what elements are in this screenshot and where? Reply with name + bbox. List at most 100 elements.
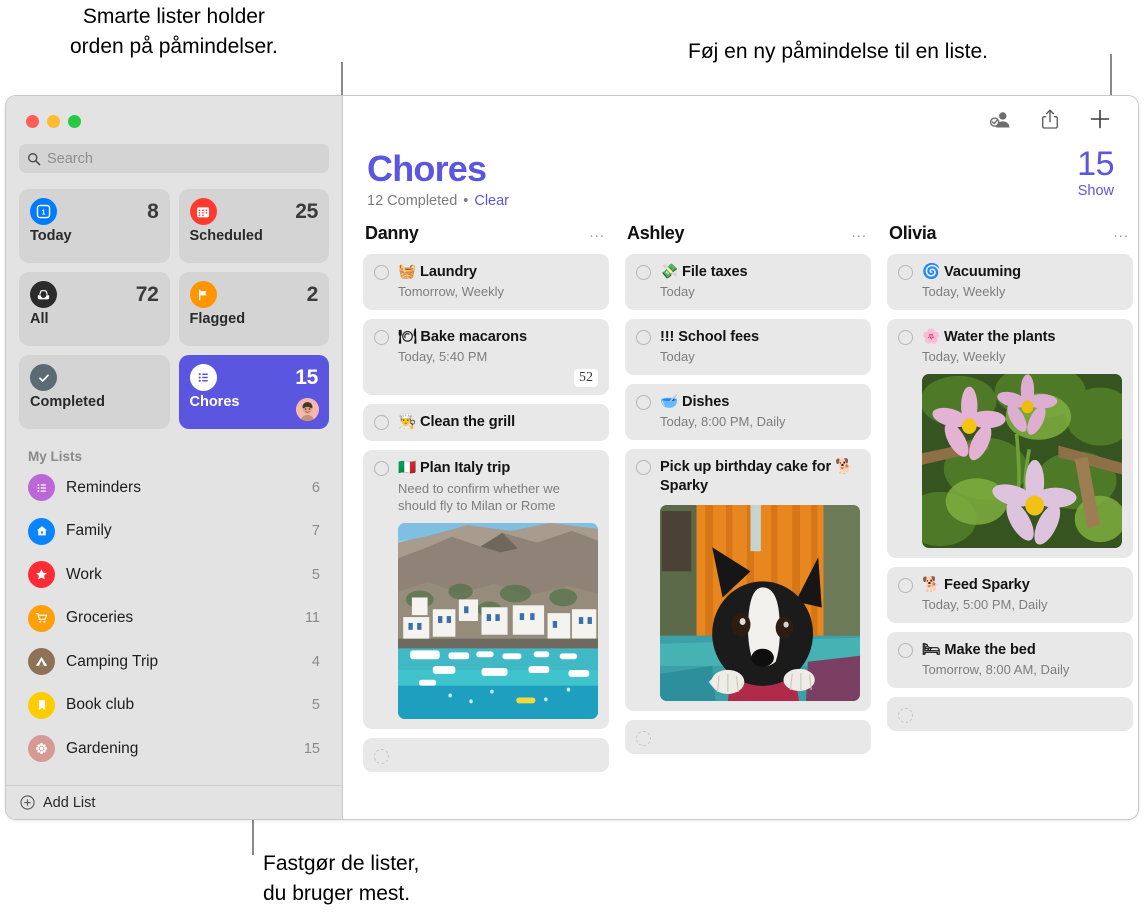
header-block: Chores 12 Completed • Clear 15 Show	[343, 142, 1138, 209]
close-button[interactable]	[26, 115, 39, 128]
callout-add-reminder: Føj en ny påmindelse til en liste.	[688, 37, 988, 67]
window-traffic-lights	[6, 96, 342, 142]
sidebar: 1 8 Today 25 Scheduled	[6, 96, 342, 819]
column-more-button[interactable]: ...	[589, 229, 605, 237]
list-item-count: 15	[304, 741, 320, 757]
list-item-book-club[interactable]: Book club 5	[19, 684, 329, 728]
reminder-card-clean-the-grill[interactable]: 👨‍🍳 Clean the grill	[363, 404, 609, 441]
complete-circle-icon[interactable]	[898, 643, 913, 658]
reminder-card-bake-macarons[interactable]: 🍽 Bake macarons Today, 5:40 PM 52	[363, 319, 609, 395]
search-field[interactable]	[19, 144, 329, 173]
smart-list-flagged-label: Flagged	[190, 311, 319, 327]
reminder-card-school-fees[interactable]: !!! School fees Today	[625, 319, 871, 375]
smart-list-today-count: 8	[147, 200, 158, 224]
complete-circle-icon[interactable]	[636, 460, 651, 475]
star-icon	[28, 561, 55, 588]
list-item-groceries[interactable]: Groceries 11	[19, 597, 329, 641]
new-reminder-placeholder[interactable]	[625, 720, 871, 754]
reminder-card-water-the-plants[interactable]: 🌸 Water the plants Today, Weekly	[887, 319, 1133, 558]
complete-circle-icon[interactable]	[374, 265, 389, 280]
reminder-card-plan-italy-trip[interactable]: 🇮🇹 Plan Italy trip Need to confirm wheth…	[363, 450, 609, 729]
complete-circle-icon[interactable]	[898, 578, 913, 593]
reminder-card-make-the-bed[interactable]: 🛏 Make the bed Tomorrow, 8:00 AM, Daily	[887, 632, 1133, 688]
page-title: Chores	[367, 148, 1138, 190]
maximize-button[interactable]	[68, 115, 81, 128]
list-item-label: Gardening	[66, 740, 293, 758]
smart-list-all-count: 72	[136, 283, 159, 307]
subtitle-separator: •	[463, 193, 468, 209]
columns-container: Danny ... 🧺 Laundry Tomorrow, Weekly	[343, 221, 1138, 819]
add-list-button[interactable]: Add List	[6, 785, 342, 819]
reminder-count: 15	[1077, 146, 1114, 182]
clear-button[interactable]: Clear	[474, 193, 509, 209]
list-bullets-icon	[190, 364, 217, 391]
new-reminder-placeholder[interactable]	[887, 697, 1133, 731]
share-icon[interactable]	[1038, 107, 1062, 131]
toolbar	[343, 96, 1138, 142]
column-header: Ashley ...	[625, 221, 871, 245]
avatar	[296, 398, 319, 421]
plus-circle-icon	[20, 795, 35, 810]
complete-circle-icon[interactable]	[636, 265, 651, 280]
column-header: Danny ...	[363, 221, 609, 245]
list-item-family[interactable]: Family 7	[19, 510, 329, 554]
complete-circle-icon[interactable]	[898, 708, 913, 723]
smart-list-all[interactable]: 72 All	[19, 272, 170, 346]
complete-circle-icon[interactable]	[374, 749, 389, 764]
reminders-window: 1 8 Today 25 Scheduled	[5, 95, 1139, 820]
reminder-card-vacuuming[interactable]: 🌀 Vacuuming Today, Weekly	[887, 254, 1133, 310]
smart-list-scheduled-label: Scheduled	[190, 228, 319, 244]
bookmark-icon	[28, 692, 55, 719]
list-bullets-icon	[28, 474, 55, 501]
column-title: Danny	[365, 223, 419, 244]
completed-count-label: 12 Completed	[367, 193, 457, 209]
show-button[interactable]: Show	[1077, 183, 1114, 199]
complete-circle-icon[interactable]	[636, 731, 651, 746]
complete-circle-icon[interactable]	[636, 395, 651, 410]
share-people-icon[interactable]	[988, 107, 1012, 131]
complete-circle-icon[interactable]	[898, 265, 913, 280]
complete-circle-icon[interactable]	[374, 461, 389, 476]
column-more-button[interactable]: ...	[1113, 229, 1129, 237]
list-item-gardening[interactable]: Gardening 15	[19, 727, 329, 771]
reminder-card-birthday-cake[interactable]: Pick up birthday cake for 🐕 Sparky	[625, 449, 871, 711]
list-item-reminders[interactable]: Reminders 6	[19, 466, 329, 510]
dog-photo[interactable]	[660, 505, 860, 701]
reminder-card-feed-sparky[interactable]: 🐕 Feed Sparky Today, 5:00 PM, Daily	[887, 567, 1133, 623]
reminder-title: 🐕 Feed Sparky	[922, 576, 1122, 595]
smart-list-flagged[interactable]: 2 Flagged	[179, 272, 330, 346]
smart-list-chores[interactable]: 15 Chores	[179, 355, 330, 429]
reminder-subtitle: Tomorrow, Weekly	[398, 283, 598, 300]
reminder-note: Need to confirm whether we should fly to…	[398, 480, 598, 514]
list-item-work[interactable]: Work 5	[19, 553, 329, 597]
reminder-card-dishes[interactable]: 🥣 Dishes Today, 8:00 PM, Daily	[625, 384, 871, 440]
reminder-subtitle: Today, Weekly	[922, 348, 1122, 365]
smart-list-completed[interactable]: Completed	[19, 355, 170, 429]
cart-icon	[28, 605, 55, 632]
add-list-label: Add List	[43, 795, 95, 811]
reminder-title: 🧺 Laundry	[398, 263, 598, 282]
complete-circle-icon[interactable]	[636, 330, 651, 345]
minimize-button[interactable]	[47, 115, 60, 128]
complete-circle-icon[interactable]	[374, 330, 389, 345]
reminder-card-file-taxes[interactable]: 💸 File taxes Today	[625, 254, 871, 310]
complete-circle-icon[interactable]	[374, 415, 389, 430]
header-subtitle: 12 Completed • Clear	[367, 193, 1138, 209]
reminder-subtitle: Today, 5:40 PM	[398, 348, 598, 365]
reminder-card-laundry[interactable]: 🧺 Laundry Tomorrow, Weekly	[363, 254, 609, 310]
complete-circle-icon[interactable]	[898, 330, 913, 345]
reminder-title: 🌸 Water the plants	[922, 328, 1122, 347]
add-reminder-icon[interactable]	[1088, 107, 1112, 131]
flowers-photo[interactable]	[922, 374, 1122, 548]
column-title: Ashley	[627, 223, 684, 244]
smart-list-scheduled-count: 25	[295, 200, 318, 224]
list-item-camping-trip[interactable]: Camping Trip 4	[19, 640, 329, 684]
smart-list-today[interactable]: 1 8 Today	[19, 189, 170, 263]
new-reminder-placeholder[interactable]	[363, 738, 609, 772]
italy-coast-photo[interactable]	[398, 523, 598, 719]
column-more-button[interactable]: ...	[851, 229, 867, 237]
smart-list-scheduled[interactable]: 25 Scheduled	[179, 189, 330, 263]
reminder-title: 🇮🇹 Plan Italy trip	[398, 459, 598, 478]
calendar-icon	[190, 198, 217, 225]
search-input[interactable]	[47, 151, 321, 167]
